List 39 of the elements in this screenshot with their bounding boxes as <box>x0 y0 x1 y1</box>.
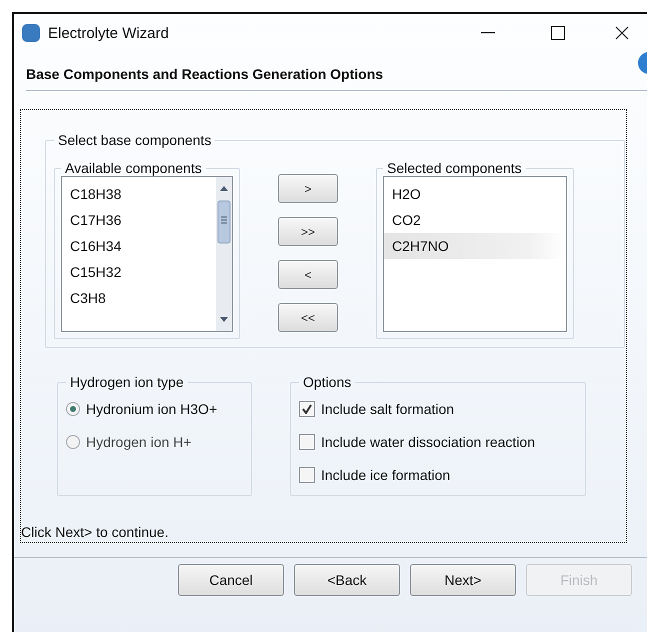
list-box[interactable]: C18H38 C17H36 C16H34 C15H32 C3H8 <box>61 176 233 332</box>
checkbox[interactable] <box>299 400 315 416</box>
hint-text: Click Next> to continue. <box>21 524 170 540</box>
group-title: Options <box>302 374 352 390</box>
transfer-button[interactable]: > <box>278 174 338 203</box>
list-item[interactable]: C17H36 <box>62 207 216 233</box>
group-title: Select base components <box>57 132 212 148</box>
list-box[interactable]: H2O CO2 C2H7NO <box>383 176 567 332</box>
checkbox-option[interactable]: Include water dissociation reaction <box>299 425 577 458</box>
scrollbar[interactable] <box>216 177 232 331</box>
minimize-icon[interactable] <box>481 32 495 34</box>
transfer-button[interactable]: << <box>278 303 338 332</box>
list-label: Selected components <box>386 160 523 176</box>
wizard-button[interactable]: <Back <box>294 564 400 596</box>
close-icon[interactable] <box>615 26 629 40</box>
radio-option[interactable]: Hydronium ion H3O+ <box>66 392 243 425</box>
wizard-button[interactable]: Next> <box>410 564 516 596</box>
transfer-button[interactable]: >> <box>278 217 338 246</box>
maximize-icon[interactable] <box>551 26 565 40</box>
list-item[interactable]: C15H32 <box>62 259 216 285</box>
checkbox[interactable] <box>299 434 315 450</box>
window-title: Electrolyte Wizard <box>48 24 170 42</box>
page-title: Base Components and Reactions Generation Options <box>26 66 384 82</box>
list-item[interactable]: C3H8 <box>62 285 216 311</box>
checkbox[interactable] <box>299 466 315 482</box>
list-item[interactable]: CO2 <box>384 207 566 233</box>
list-item[interactable]: H2O <box>384 181 566 207</box>
app-icon <box>22 24 40 42</box>
radio-button[interactable] <box>66 402 80 416</box>
transfer-button[interactable]: < <box>278 260 338 289</box>
radio-option[interactable]: Hydrogen ion H+ <box>66 425 243 458</box>
checkbox-option[interactable]: Include ice formation <box>299 458 577 491</box>
wizard-button[interactable]: Cancel <box>178 564 284 596</box>
group-title: Hydrogen ion type <box>69 374 185 390</box>
radio-button[interactable] <box>66 434 80 448</box>
list-label: Available components <box>64 160 203 176</box>
checkbox-option[interactable]: Include salt formation <box>299 392 577 425</box>
list-item[interactable]: C18H38 <box>62 181 216 207</box>
list-item[interactable]: C16H34 <box>62 233 216 259</box>
